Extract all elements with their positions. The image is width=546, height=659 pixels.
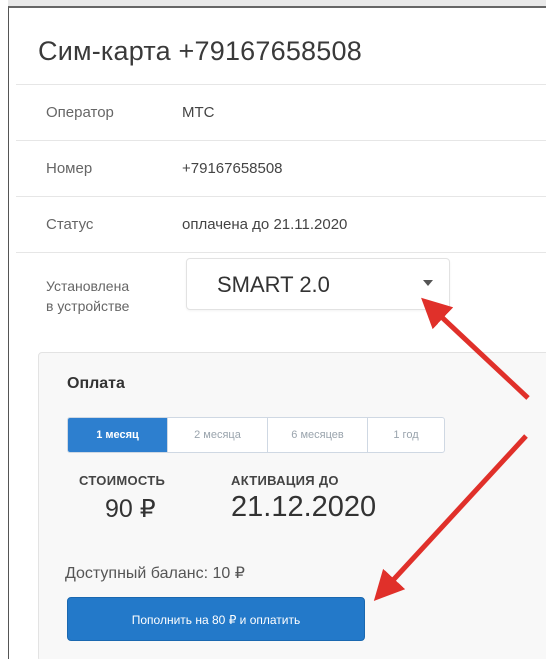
detail-label: Номер xyxy=(46,160,93,177)
page-title: Сим-карта +79167658508 xyxy=(38,36,362,66)
detail-row-operator: Оператор МТС xyxy=(16,84,546,140)
cost-value: 90 ₽ xyxy=(105,495,156,523)
balance-text: Доступный баланс: 10 ₽ xyxy=(65,565,245,582)
activation-label: АКТИВАЦИЯ ДО xyxy=(231,473,339,488)
device-select[interactable]: SMART 2.0 xyxy=(186,258,450,310)
activation-value: 21.12.2020 xyxy=(231,491,377,523)
device-label-line1: Установлена xyxy=(46,278,130,294)
divider xyxy=(16,252,546,253)
topup-and-pay-button[interactable]: Пополнить на 80 ₽ и оплатить xyxy=(67,597,365,641)
period-tabs: 1 месяц 2 месяца 6 месяцев 1 год xyxy=(67,417,445,453)
detail-value: оплачена до 21.11.2020 xyxy=(182,216,348,233)
detail-label: Оператор xyxy=(46,104,114,121)
detail-row-number: Номер +79167658508 xyxy=(16,140,546,196)
device-select-value: SMART 2.0 xyxy=(217,272,330,297)
device-label-line2: в устройстве xyxy=(46,298,130,314)
device-label: Установлена в устройстве xyxy=(46,276,166,316)
detail-label: Статус xyxy=(46,216,94,233)
detail-row-status: Статус оплачена до 21.11.2020 xyxy=(16,196,546,252)
tab-1-year[interactable]: 1 год xyxy=(368,418,444,452)
cost-label: СТОИМОСТЬ xyxy=(79,473,166,488)
payment-panel: Оплата 1 месяц 2 месяца 6 месяцев 1 год … xyxy=(38,352,546,659)
tab-6-months[interactable]: 6 месяцев xyxy=(268,418,368,452)
tab-2-months[interactable]: 2 месяца xyxy=(168,418,268,452)
tab-1-month[interactable]: 1 месяц xyxy=(68,418,168,452)
detail-value: МТС xyxy=(182,104,215,121)
payment-title: Оплата xyxy=(67,375,125,392)
detail-value: +79167658508 xyxy=(182,160,283,177)
chevron-down-icon xyxy=(423,280,433,286)
